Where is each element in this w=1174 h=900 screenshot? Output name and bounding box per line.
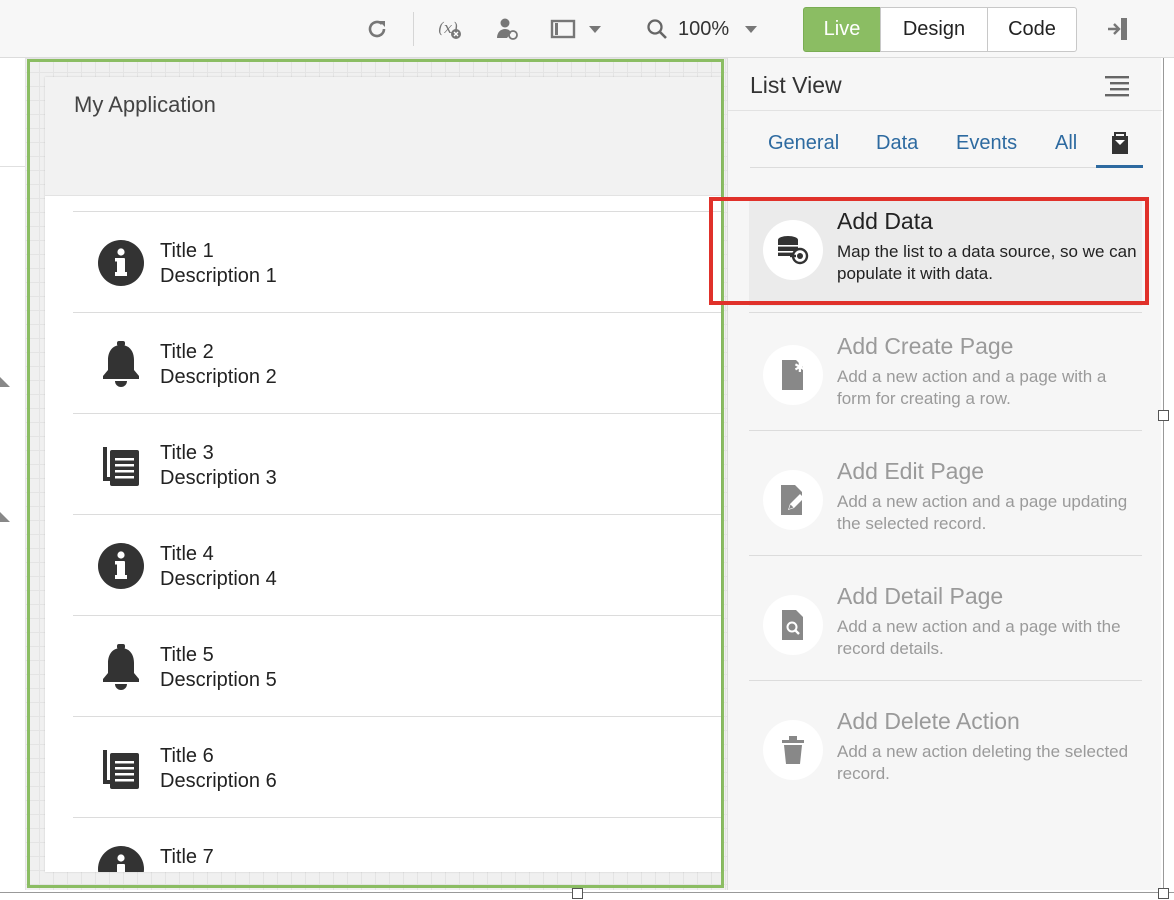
device-dropdown-icon[interactable] (580, 14, 610, 44)
add-create-page-card[interactable]: ✱ Add Create Page Add a new action and a… (749, 323, 1142, 431)
user-role-icon[interactable] (492, 14, 522, 44)
card-title: Add Detail Page (837, 583, 1004, 609)
add-edit-page-card[interactable]: Add Edit Page Add a new action and a pag… (749, 448, 1142, 556)
item-description: Description 5 (160, 669, 277, 691)
info-icon (97, 845, 145, 872)
app-preview: My Application Title 1 Description 1 Tit… (45, 77, 721, 872)
item-title: Title 5 (160, 644, 214, 666)
card-title: Add Edit Page (837, 458, 985, 484)
detail-page-icon (763, 595, 823, 655)
item-title: Title 7 (160, 846, 214, 868)
app-header: My Application (45, 77, 721, 196)
tab-events[interactable]: Events (956, 132, 1017, 155)
document-icon (97, 441, 145, 489)
card-title: Add Create Page (837, 333, 1014, 359)
item-description: Description 1 (160, 265, 277, 287)
list-item[interactable]: Title 3 Description 3 (73, 413, 721, 514)
design-mode-button[interactable]: Design (880, 7, 988, 52)
device-frame-icon[interactable] (548, 14, 578, 44)
card-description: Add a new action deleting the selected r… (837, 742, 1129, 783)
card-description: Add a new action and a page updating the… (837, 492, 1128, 533)
variable-icon[interactable]: (x) (436, 14, 466, 44)
card-title: Add Delete Action (837, 708, 1020, 734)
new-page-icon: ✱ (763, 345, 823, 405)
list-item[interactable]: Title 7 (73, 817, 721, 872)
document-icon (97, 744, 145, 792)
live-mode-button[interactable]: Live (803, 7, 881, 52)
zoom-level[interactable]: 100% (678, 18, 729, 41)
tab-all[interactable]: All (1055, 132, 1077, 155)
info-icon (97, 239, 145, 287)
panel-tabs: General Data Events All (750, 122, 1143, 168)
trash-icon (763, 720, 823, 780)
resize-handle[interactable] (572, 888, 583, 899)
code-mode-button[interactable]: Code (987, 7, 1077, 52)
left-marker-icon (0, 377, 10, 387)
zoom-dropdown-icon[interactable] (736, 14, 766, 44)
info-icon (97, 542, 145, 590)
item-description: Description 4 (160, 568, 277, 590)
item-description: Description 2 (160, 366, 277, 388)
list-view[interactable]: Title 1 Description 1 Title 2 Descriptio… (73, 211, 721, 872)
add-delete-action-card[interactable]: Add Delete Action Add a new action delet… (749, 698, 1142, 806)
panel-title: List View (750, 72, 842, 98)
list-item[interactable]: Title 6 Description 6 (73, 716, 721, 817)
svg-text:✱: ✱ (794, 360, 806, 376)
item-description: Description 3 (160, 467, 277, 489)
refresh-icon[interactable] (362, 14, 392, 44)
highlight-box (709, 197, 1149, 305)
toolbar: (x) 100% Live Design Code (0, 0, 1174, 58)
list-item[interactable]: Title 1 Description 1 (73, 211, 721, 312)
property-panel: List View General Data Events All Add Da… (727, 58, 1162, 890)
left-gutter (0, 58, 25, 890)
item-title: Title 6 (160, 745, 214, 767)
item-title: Title 1 (160, 240, 214, 262)
left-marker-icon (0, 512, 10, 522)
card-description: Add a new action and a page with the rec… (837, 617, 1121, 658)
item-description: Description 6 (160, 770, 277, 792)
tab-quick-start[interactable] (1096, 122, 1143, 168)
resize-handle[interactable] (1158, 888, 1169, 899)
list-item[interactable]: Title 5 Description 5 (73, 615, 721, 716)
item-title: Title 2 (160, 341, 214, 363)
resize-handle[interactable] (1158, 410, 1169, 421)
tab-general[interactable]: General (768, 132, 839, 155)
zoom-search-icon[interactable] (642, 14, 672, 44)
add-detail-page-card[interactable]: Add Detail Page Add a new action and a p… (749, 573, 1142, 681)
edit-page-icon (763, 470, 823, 530)
item-title: Title 4 (160, 543, 214, 565)
bell-icon (97, 643, 145, 691)
tab-data[interactable]: Data (876, 132, 918, 155)
list-item[interactable]: Title 4 Description 4 (73, 514, 721, 615)
hamburger-menu-icon[interactable] (1104, 74, 1130, 98)
bell-icon (97, 340, 145, 388)
item-title: Title 3 (160, 442, 214, 464)
list-item[interactable]: Title 2 Description 2 (73, 312, 721, 413)
app-title: My Application (74, 92, 216, 117)
panel-toggle-icon[interactable] (1103, 14, 1133, 44)
toolbar-separator (413, 12, 414, 46)
quick-start-icon (1111, 131, 1128, 154)
card-description: Add a new action and a page with a form … (837, 367, 1107, 408)
